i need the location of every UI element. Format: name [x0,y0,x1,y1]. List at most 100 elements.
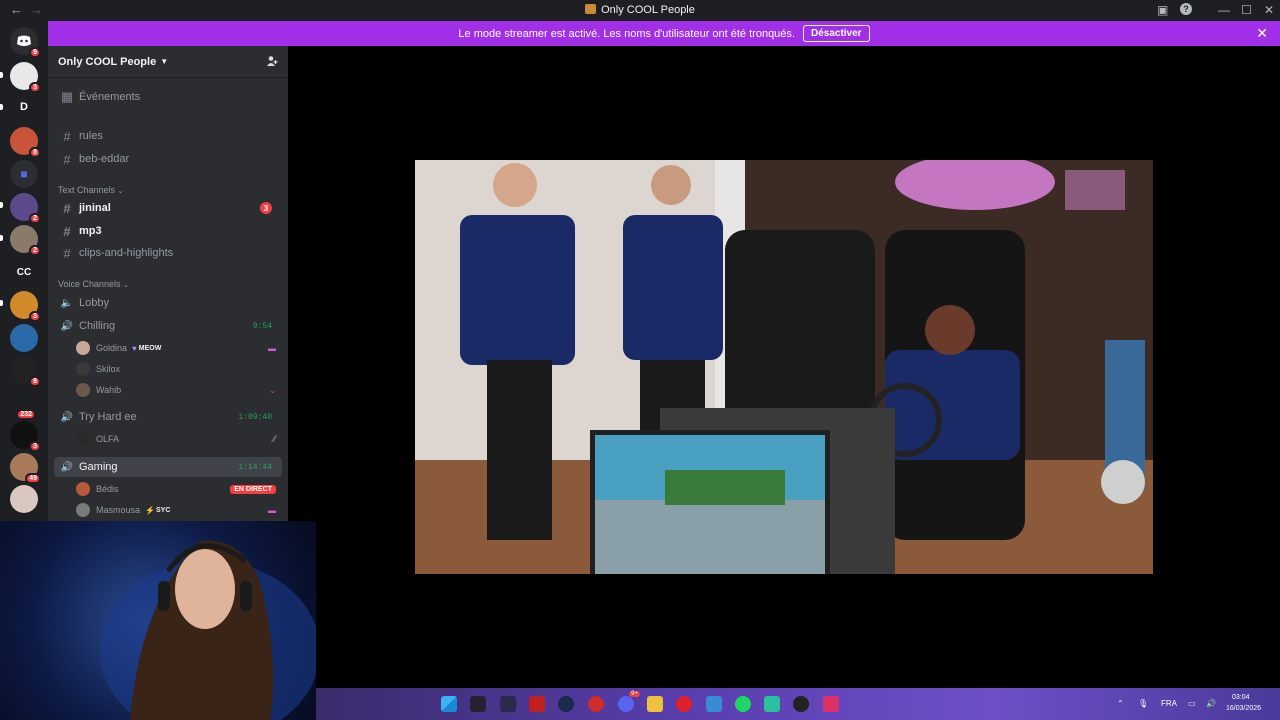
text-channels-category[interactable]: Text Channels ⌄ [58,185,123,195]
file-explorer-icon[interactable] [647,696,663,712]
server-avatar[interactable]: 9 [10,356,41,387]
chevron-up-icon[interactable]: ⌃ [1117,699,1124,708]
notification-badge: 49 [25,473,41,484]
channel-rules[interactable]: # rules [54,126,282,146]
voice-user[interactable]: Bédis EN DIRECT [76,480,282,498]
stream-video[interactable] [415,160,1153,574]
activity-icon: ▬ [268,343,276,353]
channel-jininal[interactable]: # jininal 3 [54,198,282,218]
channel-label: Chilling [79,320,116,332]
start-menu-icon[interactable] [441,696,457,712]
server-list: 9 3 D 8 ■ 2 2 CC 3 9 232 3 49 [0,21,48,521]
voice-timer: 9:54 [252,322,272,331]
server-avatar[interactable]: 2 [10,225,41,256]
webcam-frame [100,540,316,720]
microphone-icon[interactable]: 🎙 [1138,699,1148,708]
server-avatar[interactable]: 2 [10,193,41,224]
channel-clips-and-highlights[interactable]: # clips-and-highlights [54,243,282,263]
channel-mp3[interactable]: # mp3 [54,221,282,241]
heart-icon: ♥ [132,343,137,353]
app-icon[interactable] [823,696,839,712]
volume-icon[interactable]: 🔊 [1206,699,1216,708]
avatar [76,341,90,355]
server-initial: CC [16,266,32,278]
minimize-button[interactable]: — [1218,3,1230,17]
disable-streamer-button[interactable]: Désactiver [802,25,870,42]
user-name: OLFA [96,434,120,444]
obs-icon[interactable] [793,696,809,712]
user-name: Bédis [96,484,119,494]
guild-tag: MEOW [138,344,162,352]
notification-badge: 3 [29,82,41,93]
hashtag-icon: # [63,200,71,216]
events-item[interactable]: ▦ Événements [54,87,282,107]
server-avatar[interactable]: 3 [10,421,41,452]
unread-pip [0,72,3,78]
voice-timer: 1:14:44 [238,463,272,472]
server-avatar[interactable]: D [10,93,38,121]
guild-header[interactable]: Only COOL People ▼ [48,46,288,78]
close-window-button[interactable]: ✕ [1264,3,1274,17]
language-indicator[interactable]: FRA [1161,699,1177,708]
opera-icon[interactable] [676,696,692,712]
server-avatar[interactable]: 232 [10,389,38,420]
hashtag-icon: # [63,245,71,261]
voice-user[interactable]: OLFA ⁄⁄ [76,430,282,448]
avatar [76,482,90,496]
steam-icon[interactable] [558,696,574,712]
server-avatar[interactable]: 3 [10,291,41,322]
channel-sidebar: Only COOL People ▼ ▦ Événements # rules # be… [48,46,288,521]
mention-badge: 3 [260,202,272,214]
notification-badge: 9+ [629,691,640,697]
display-icon[interactable]: ▭ [1188,699,1196,708]
app-icon[interactable] [470,696,486,712]
server-avatar[interactable]: 8 [10,127,41,158]
app-next-icon[interactable] [500,696,516,712]
app-icon[interactable] [764,696,780,712]
help-icon[interactable]: ? [1180,3,1192,15]
unread-pip [0,104,3,110]
avatar [76,503,90,517]
voice-channels-category[interactable]: Voice Channels ⌄ [58,279,129,289]
clock-date[interactable]: 16/03/2026 [1226,705,1261,712]
avatar [76,432,90,446]
spotify-icon[interactable] [735,696,751,712]
server-avatar[interactable] [10,324,38,352]
voice-user[interactable]: Masmousa ⚡ SYC ▬ [76,501,282,519]
streamer-mode-banner: Le mode streamer est activé. Les noms d'… [48,21,1280,46]
invite-people-icon[interactable] [266,55,278,67]
channel-label: Gaming [79,461,118,473]
app-icon[interactable] [588,696,604,712]
maximize-button[interactable]: ☐ [1241,3,1252,17]
photos-icon[interactable] [706,696,722,712]
discord-home-icon[interactable]: 9 [10,27,41,58]
server-avatar[interactable]: CC [10,258,38,286]
voice-user[interactable]: Wahib ⌄ [76,381,282,399]
voice-user[interactable]: Skilox [76,360,282,378]
chevron-down-icon: ▼ [160,57,169,66]
discord-logo-icon [17,35,31,46]
server-avatar[interactable] [10,485,38,513]
window-title: Only COOL People [0,4,1280,16]
chevron-down-icon: ⌄ [117,188,124,195]
server-folder-icon[interactable]: ■ [10,160,38,188]
discord-taskbar-icon[interactable]: 9+ [618,691,640,712]
chevron-down-icon: ⌄ [123,282,129,289]
voice-channel-chilling[interactable]: 🔊 Chilling 9:54 [54,316,282,336]
inbox-icon[interactable]: ▣ [1157,3,1168,17]
clock-time[interactable]: 03:04 [1232,694,1250,701]
user-name: Masmousa [96,505,141,515]
notification-badge: 3 [29,441,41,452]
voice-channel-lobby[interactable]: 🔈 Lobby [54,293,282,313]
voice-channel-tryhard[interactable]: 🔊 Try Hard ee 1:09:40 [54,407,282,427]
close-banner-icon[interactable]: ✕ [1256,25,1268,42]
voice-user[interactable]: Goldina ♥ MEOW ▬ [76,339,282,357]
server-avatar[interactable]: 49 [10,453,41,484]
voice-channel-gaming[interactable]: 🔊 Gaming 1:14:44 [54,457,282,477]
channel-beb-eddar[interactable]: # beb-eddar [54,149,282,169]
netflix-icon[interactable] [529,696,545,712]
window-title-text: Only COOL People [601,4,695,16]
speaker-icon: 🔈 [60,297,74,309]
voice-timer: 1:09:40 [238,413,272,422]
server-avatar[interactable]: 3 [10,62,41,93]
